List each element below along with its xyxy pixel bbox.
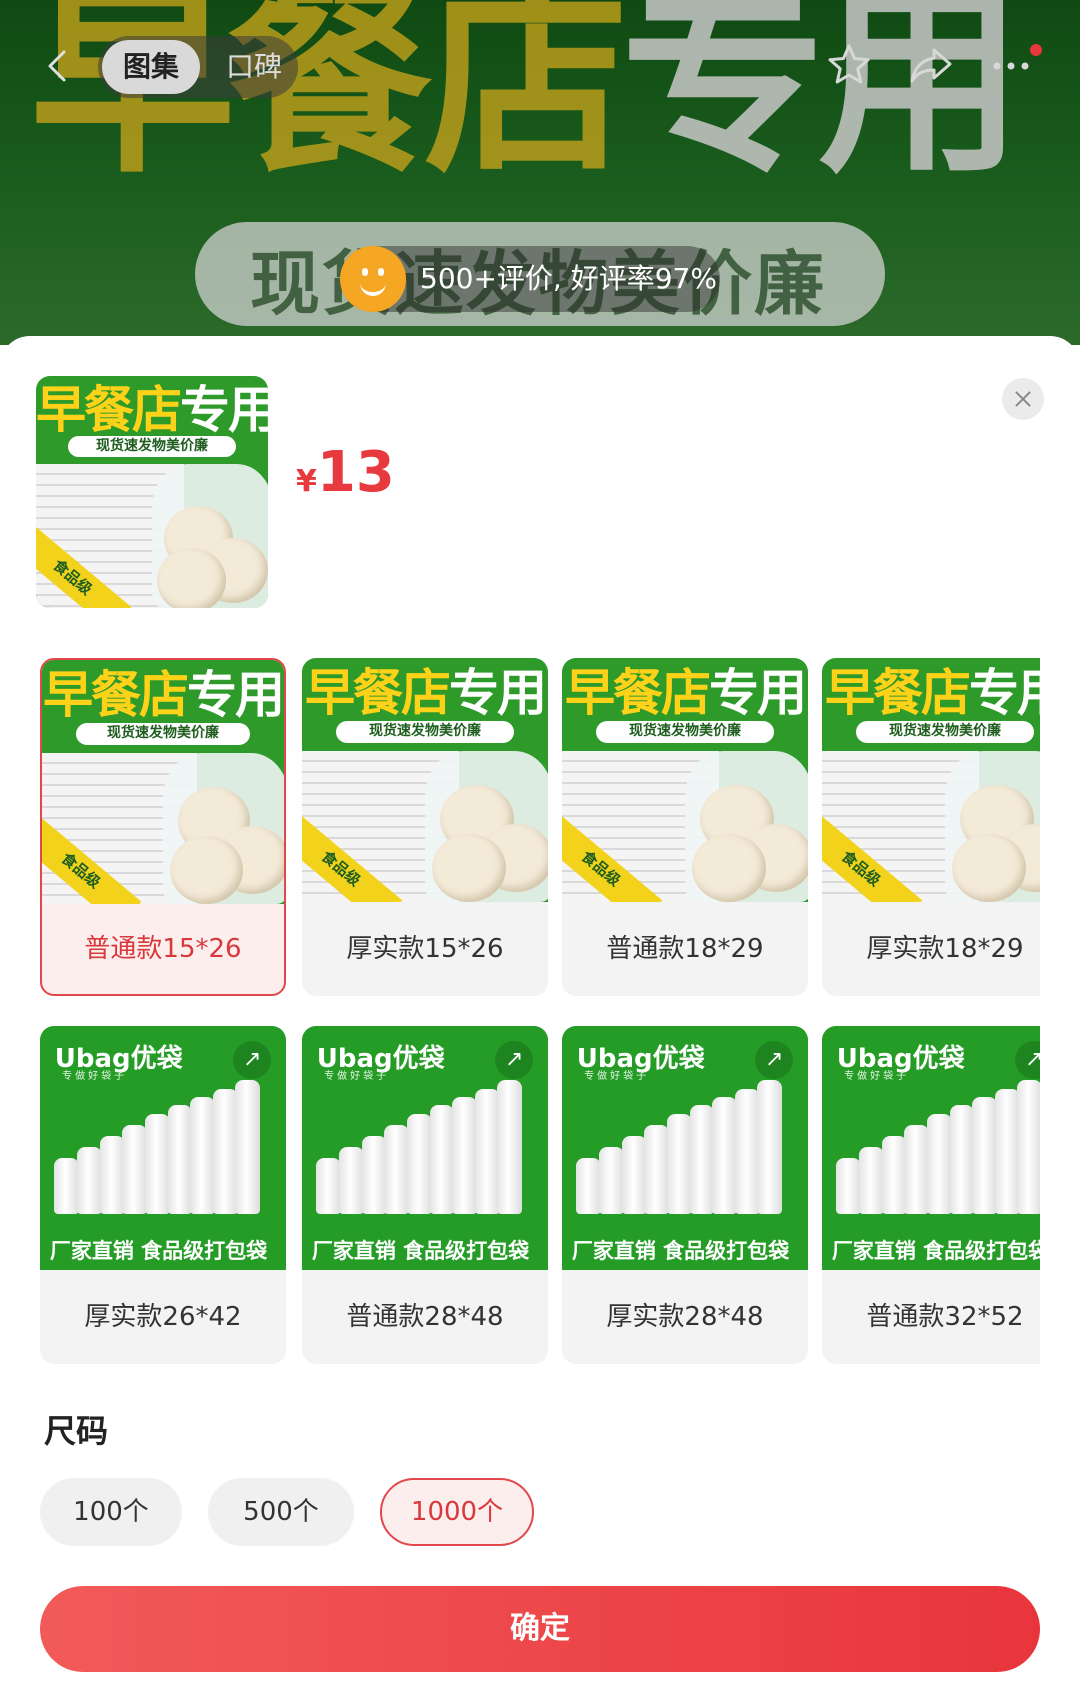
- variant-label: 厚实款15*26: [346, 934, 504, 964]
- variant-image: Ubag优袋 专做好袋子 厂家直销 食品级打包袋: [302, 1026, 548, 1270]
- variant-image: 早餐店专用 现货速发物美价廉 食品级: [42, 660, 284, 904]
- expand-icon[interactable]: [1015, 1040, 1040, 1079]
- variant-image: 早餐店专用 现货速发物美价廉 食品级: [302, 658, 548, 902]
- gallery-tab-switch: 图集 口碑: [98, 36, 298, 98]
- variant-image: Ubag优袋 专做好袋子 厂家直销 食品级打包袋: [562, 1026, 808, 1270]
- close-icon[interactable]: [1002, 378, 1044, 420]
- product-gallery-banner[interactable]: 早餐店专用 现货速发物美价廉 图集 口碑 500+评价, 好评率97%: [0, 0, 1080, 345]
- variant-option[interactable]: Ubag优袋 专做好袋子 厂家直销 食品级打包袋 厚实款28*48: [562, 1026, 808, 1364]
- variant-label: 普通款32*52: [866, 1302, 1024, 1332]
- smile-face-icon: [340, 246, 406, 312]
- variant-option[interactable]: 早餐店专用 现货速发物美价廉 食品级 普通款18*29: [562, 658, 808, 996]
- variant-label: 厚实款18*29: [866, 934, 1024, 964]
- tab-reviews[interactable]: 口碑: [216, 40, 292, 94]
- notification-dot: [1030, 44, 1042, 56]
- variant-option[interactable]: 早餐店专用 现货速发物美价廉 食品级 厚实款15*26: [302, 658, 548, 996]
- variant-label: 普通款18*29: [606, 934, 764, 964]
- variant-option[interactable]: 早餐店专用 现货速发物美价廉 食品级 普通款15*26: [40, 658, 286, 996]
- variant-option[interactable]: 早餐店专用 现货速发物美价廉 食品级 厚实款18*29: [822, 658, 1040, 996]
- review-summary-text: 500+评价, 好评率97%: [420, 262, 717, 295]
- share-icon[interactable]: [906, 40, 956, 90]
- variant-label: 厚实款28*48: [606, 1302, 764, 1332]
- size-option-500[interactable]: 500个: [208, 1478, 354, 1546]
- variant-label: 厚实款26*42: [84, 1302, 242, 1332]
- expand-icon[interactable]: [233, 1040, 272, 1079]
- selected-product-image[interactable]: 早餐店专用 现货速发物美价廉 食品级: [36, 376, 268, 608]
- price: ¥13: [296, 440, 395, 505]
- expand-icon[interactable]: [755, 1040, 794, 1079]
- variant-image: 早餐店专用 现货速发物美价廉 食品级: [562, 658, 808, 902]
- variant-grid: 早餐店专用 现货速发物美价廉 食品级 普通款15*26 早餐店专用 现货速发物美…: [40, 658, 1040, 1365]
- size-section-title: 尺码: [44, 1412, 109, 1450]
- product-image-art: 早餐店专用 现货速发物美价廉 食品级: [36, 376, 268, 608]
- confirm-button[interactable]: 确定: [40, 1586, 1040, 1672]
- expand-icon[interactable]: [495, 1040, 534, 1079]
- size-option-1000[interactable]: 1000个: [380, 1478, 534, 1546]
- variant-image: 早餐店专用 现货速发物美价廉 食品级: [822, 658, 1040, 902]
- star-icon[interactable]: [824, 40, 874, 90]
- size-option-100[interactable]: 100个: [40, 1478, 182, 1546]
- back-arrow-icon[interactable]: [40, 48, 76, 84]
- variant-option[interactable]: Ubag优袋 专做好袋子 厂家直销 食品级打包袋 厚实款26*42: [40, 1026, 286, 1364]
- tab-gallery[interactable]: 图集: [102, 40, 200, 94]
- more-icon[interactable]: [986, 40, 1036, 90]
- variant-option[interactable]: Ubag优袋 专做好袋子 厂家直销 食品级打包袋 普通款32*52: [822, 1026, 1040, 1364]
- variant-label: 普通款15*26: [84, 934, 242, 964]
- variant-option[interactable]: Ubag优袋 专做好袋子 厂家直销 食品级打包袋 普通款28*48: [302, 1026, 548, 1364]
- review-summary-pill[interactable]: 500+评价, 好评率97%: [340, 246, 720, 312]
- variant-image: Ubag优袋 专做好袋子 厂家直销 食品级打包袋: [822, 1026, 1040, 1270]
- variant-label: 普通款28*48: [346, 1302, 504, 1332]
- variant-image: Ubag优袋 专做好袋子 厂家直销 食品级打包袋: [40, 1026, 286, 1270]
